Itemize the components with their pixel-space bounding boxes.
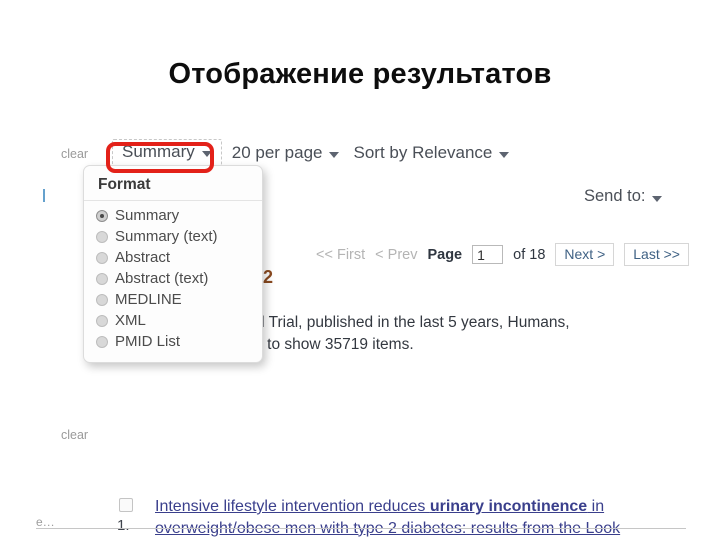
items-per-page-dropdown[interactable]: 20 per page: [232, 143, 340, 163]
page-title: Отображение результатов: [168, 58, 552, 90]
format-option-xml[interactable]: XML: [84, 310, 262, 331]
next-page-button[interactable]: Next >: [555, 243, 615, 266]
sort-order-label: Sort by Relevance: [353, 142, 493, 162]
format-menu-heading: Format: [84, 174, 262, 201]
article-title-highlight: urinary incontinence: [429, 498, 588, 515]
format-option-abstract[interactable]: Abstract: [84, 247, 262, 268]
radio-button-icon[interactable]: [96, 251, 108, 264]
article-select-checkbox[interactable]: [119, 498, 133, 512]
format-option-abstract-text[interactable]: Abstract (text): [84, 268, 262, 289]
format-option-label: XML: [115, 312, 146, 329]
page-number-input[interactable]: 1: [472, 245, 504, 264]
radio-button-icon[interactable]: [96, 335, 108, 348]
clear-filter-top[interactable]: clear: [61, 147, 88, 161]
article-title-link[interactable]: Intensive lifestyle intervention reduces…: [155, 496, 667, 540]
pubmed-results-screenshot: clear clear e... Summary 20 per page Sor…: [0, 125, 720, 540]
radio-button-icon[interactable]: [96, 230, 108, 243]
format-option-label: PMID List: [115, 333, 181, 350]
radio-button-icon[interactable]: [96, 209, 108, 222]
article-index-number: 1.: [117, 517, 130, 534]
first-page-button[interactable]: << First: [316, 247, 365, 263]
format-option-list: Summary Summary (text) Abstract Abstract (t…: [84, 205, 262, 352]
chevron-down-icon: [652, 195, 663, 202]
format-option-label: MEDLINE: [115, 291, 182, 308]
format-dropdown-menu: Format Summary Summary (text) Abstract Abst…: [83, 165, 263, 363]
radio-button-icon[interactable]: [96, 272, 108, 285]
annotation-highlight-box: [106, 142, 214, 173]
chevron-down-icon: [499, 151, 510, 158]
send-to-dropdown[interactable]: Send to:: [584, 187, 663, 206]
format-option-summary[interactable]: Summary: [84, 205, 262, 226]
prev-page-button[interactable]: < Prev: [375, 247, 417, 263]
radio-button-icon[interactable]: [96, 314, 108, 327]
page-label: Page: [427, 246, 463, 263]
total-pages-label: of 18: [513, 246, 546, 263]
format-option-label: Abstract (text): [115, 270, 209, 287]
sort-order-dropdown[interactable]: Sort by Relevance: [353, 142, 510, 163]
text-cursor-icon: [43, 189, 45, 202]
chevron-down-icon: [329, 151, 340, 158]
clear-all-suffix: to show 35719 items.: [262, 336, 414, 353]
format-option-label: Summary (text): [115, 228, 218, 245]
format-option-pmid-list[interactable]: PMID List: [84, 331, 262, 352]
article-title-part1: Intensive lifestyle intervention reduces: [155, 498, 430, 515]
format-option-summary-text[interactable]: Summary (text): [84, 226, 262, 247]
divider: [36, 528, 686, 529]
items-per-page-label: 20 per page: [231, 142, 323, 162]
last-page-button[interactable]: Last >>: [624, 243, 689, 266]
clear-filter-bottom[interactable]: clear: [61, 428, 88, 442]
radio-button-icon[interactable]: [96, 293, 108, 306]
format-option-medline[interactable]: MEDLINE: [84, 289, 262, 310]
send-to-label: Send to:: [584, 187, 646, 205]
format-option-label: Abstract: [115, 249, 171, 266]
pagination-controls: << First < Prev Page 1 of 18 Next > Last…: [316, 243, 689, 266]
left-truncated-text: e...: [36, 515, 55, 529]
slide-canvas: Отображение результатов clear clear e...…: [0, 0, 720, 540]
format-option-label: Summary: [115, 207, 180, 224]
